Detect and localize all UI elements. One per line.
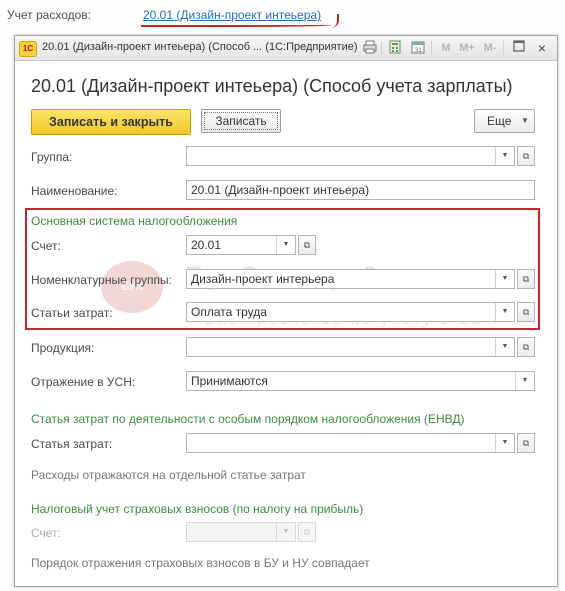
- annotation-underline: [141, 24, 331, 27]
- nomenclature-value: Дизайн-проект интерьера: [191, 272, 335, 286]
- envd-cost-label: Статья затрат:: [31, 437, 113, 451]
- envd-section-heading: Статья затрат по деятельности с особым п…: [31, 412, 465, 426]
- usn-value: Принимаются: [191, 374, 268, 388]
- name-label: Наименование:: [31, 184, 118, 198]
- dropdown-arrow-icon[interactable]: ▼: [515, 372, 534, 390]
- open-icon: ⧉: [298, 522, 316, 542]
- form-title: 20.01 (Дизайн-проект интеьера) (Способ у…: [31, 76, 513, 96]
- print-icon[interactable]: [362, 40, 378, 56]
- envd-cost-field[interactable]: ▼: [186, 433, 515, 453]
- nomenclature-field[interactable]: Дизайн-проект интерьера ▼: [186, 269, 515, 289]
- insurance-section-heading: Налоговый учет страховых взносов (по нал…: [31, 502, 364, 516]
- open-icon[interactable]: ⧉: [517, 433, 535, 453]
- cost-items-label: Статьи затрат:: [31, 306, 113, 320]
- context-link[interactable]: 20.01 (Дизайн-проект интеьера): [143, 8, 321, 22]
- app-logo-icon: 1С: [19, 41, 37, 57]
- annotation-arrow: [328, 14, 339, 28]
- dropdown-arrow-icon: ▼: [276, 523, 295, 541]
- svg-text:31: 31: [415, 48, 422, 54]
- save-and-close-button[interactable]: Записать и закрыть: [31, 109, 191, 135]
- dropdown-arrow-icon[interactable]: ▼: [495, 434, 514, 452]
- save-button[interactable]: Записать: [201, 109, 281, 133]
- envd-info-text: Расходы отражаются на отдельной статье з…: [31, 468, 306, 482]
- main-tax-section-heading: Основная система налогообложения: [31, 214, 238, 228]
- toolbar-separator: [503, 41, 504, 55]
- usn-label: Отражение в УСН:: [31, 375, 136, 389]
- maximize-icon[interactable]: [511, 40, 527, 56]
- open-icon[interactable]: ⧉: [298, 235, 316, 255]
- nomenclature-label: Номенклатурные группы:: [31, 273, 172, 287]
- name-field[interactable]: 20.01 (Дизайн-проект интеьера): [186, 180, 535, 200]
- more-button[interactable]: Еще ▼: [474, 109, 535, 133]
- open-icon[interactable]: ⧉: [517, 269, 535, 289]
- window-title: 20.01 (Дизайн-проект интеьера) (Способ .…: [42, 41, 358, 53]
- calculator-icon[interactable]: [387, 40, 403, 56]
- m-minus-icon[interactable]: M-: [482, 40, 498, 56]
- account-field[interactable]: 20.01 ▼: [186, 235, 296, 255]
- product-field[interactable]: ▼: [186, 337, 515, 357]
- more-button-label: Еще: [487, 114, 512, 128]
- calendar-icon[interactable]: 31: [410, 40, 426, 56]
- form-window: 1С 20.01 (Дизайн-проект интеьера) (Спосо…: [14, 35, 558, 587]
- dropdown-arrow-icon[interactable]: ▼: [495, 303, 514, 321]
- close-icon[interactable]: ×: [534, 40, 550, 56]
- account-label: Счет:: [31, 239, 61, 253]
- chevron-down-icon: ▼: [521, 116, 529, 125]
- insurance-account-label: Счет:: [31, 526, 61, 540]
- usn-select[interactable]: Принимаются ▼: [186, 371, 535, 391]
- m-plus-icon[interactable]: M+: [459, 40, 475, 56]
- open-icon[interactable]: ⧉: [517, 146, 535, 166]
- account-value: 20.01: [191, 238, 222, 252]
- insurance-info-text: Порядок отражения страховых взносов в БУ…: [31, 556, 370, 570]
- name-value: 20.01 (Дизайн-проект интеьера): [191, 183, 370, 197]
- dropdown-arrow-icon[interactable]: ▼: [276, 236, 295, 254]
- product-label: Продукция:: [31, 341, 95, 355]
- context-label: Учет расходов:: [7, 8, 91, 22]
- toolbar-separator: [431, 41, 432, 55]
- toolbar-separator: [381, 41, 382, 55]
- dropdown-arrow-icon[interactable]: ▼: [495, 338, 514, 356]
- insurance-account-field: ▼: [186, 522, 296, 542]
- group-field[interactable]: ▼: [186, 146, 515, 166]
- dropdown-arrow-icon[interactable]: ▼: [495, 147, 514, 165]
- window-titlebar: 1С 20.01 (Дизайн-проект интеьера) (Спосо…: [15, 36, 557, 61]
- open-icon[interactable]: ⧉: [517, 302, 535, 322]
- cost-items-field[interactable]: Оплата труда ▼: [186, 302, 515, 322]
- group-label: Группа:: [31, 150, 73, 164]
- dropdown-arrow-icon[interactable]: ▼: [495, 270, 514, 288]
- open-icon[interactable]: ⧉: [517, 337, 535, 357]
- m-icon[interactable]: M: [438, 40, 454, 56]
- cost-items-value: Оплата труда: [191, 305, 267, 319]
